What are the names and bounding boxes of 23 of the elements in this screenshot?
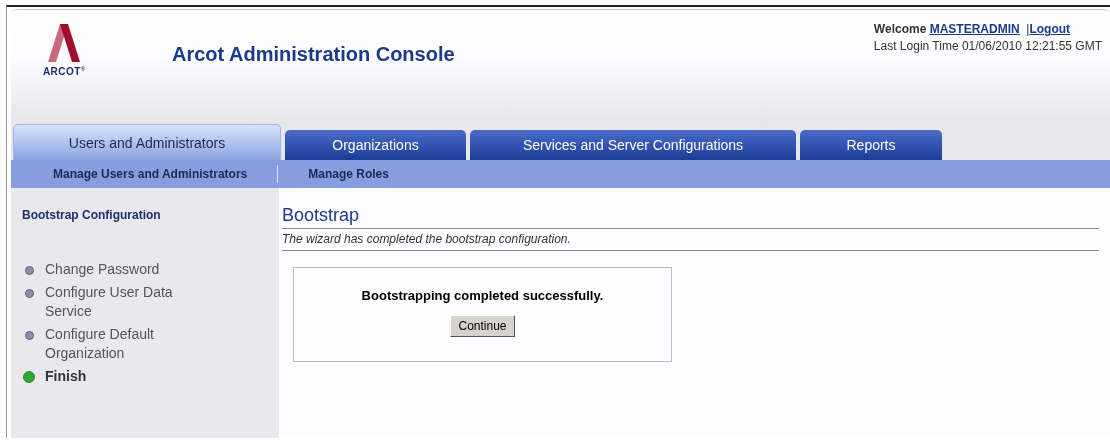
app-title: Arcot Administration Console bbox=[172, 43, 455, 67]
logo-text: ARCOT$^{®}$ bbox=[42, 66, 86, 78]
nav-tab[interactable]: Users and Administrators bbox=[13, 124, 281, 160]
separator: | bbox=[1026, 22, 1030, 36]
last-login-time: Last Login Time 01/06/2010 12:21:55 GMT bbox=[873, 38, 1102, 55]
step-label: Change Password bbox=[45, 260, 161, 279]
page-title: Bootstrap bbox=[282, 205, 1099, 229]
step-label: Configure Default Organization bbox=[45, 325, 155, 363]
step-label: Finish bbox=[45, 367, 88, 386]
logout-link[interactable]: Logout bbox=[1029, 22, 1071, 36]
nav-tab[interactable]: Organizations bbox=[285, 130, 466, 160]
logo-icon bbox=[48, 24, 80, 64]
step-label: Configure User Data Service bbox=[45, 283, 174, 321]
success-message: Bootstrapping completed successfully. bbox=[361, 288, 604, 303]
subnav-link[interactable]: Manage Users and Administrators bbox=[53, 167, 248, 181]
description-text: The wizard has completed the bootstrap configuration. bbox=[282, 229, 1099, 251]
username-link[interactable]: MASTERADMIN bbox=[929, 22, 1020, 36]
sidebar-title: Bootstrap Configuration bbox=[22, 208, 162, 222]
subnav-link[interactable]: Manage Roles bbox=[308, 167, 389, 181]
continue-button[interactable]: Continue bbox=[450, 315, 515, 337]
nav-tab[interactable]: Services and Server Configurations bbox=[470, 130, 796, 160]
welcome-label: Welcome bbox=[873, 22, 927, 36]
nav-tab[interactable]: Reports bbox=[800, 130, 942, 160]
